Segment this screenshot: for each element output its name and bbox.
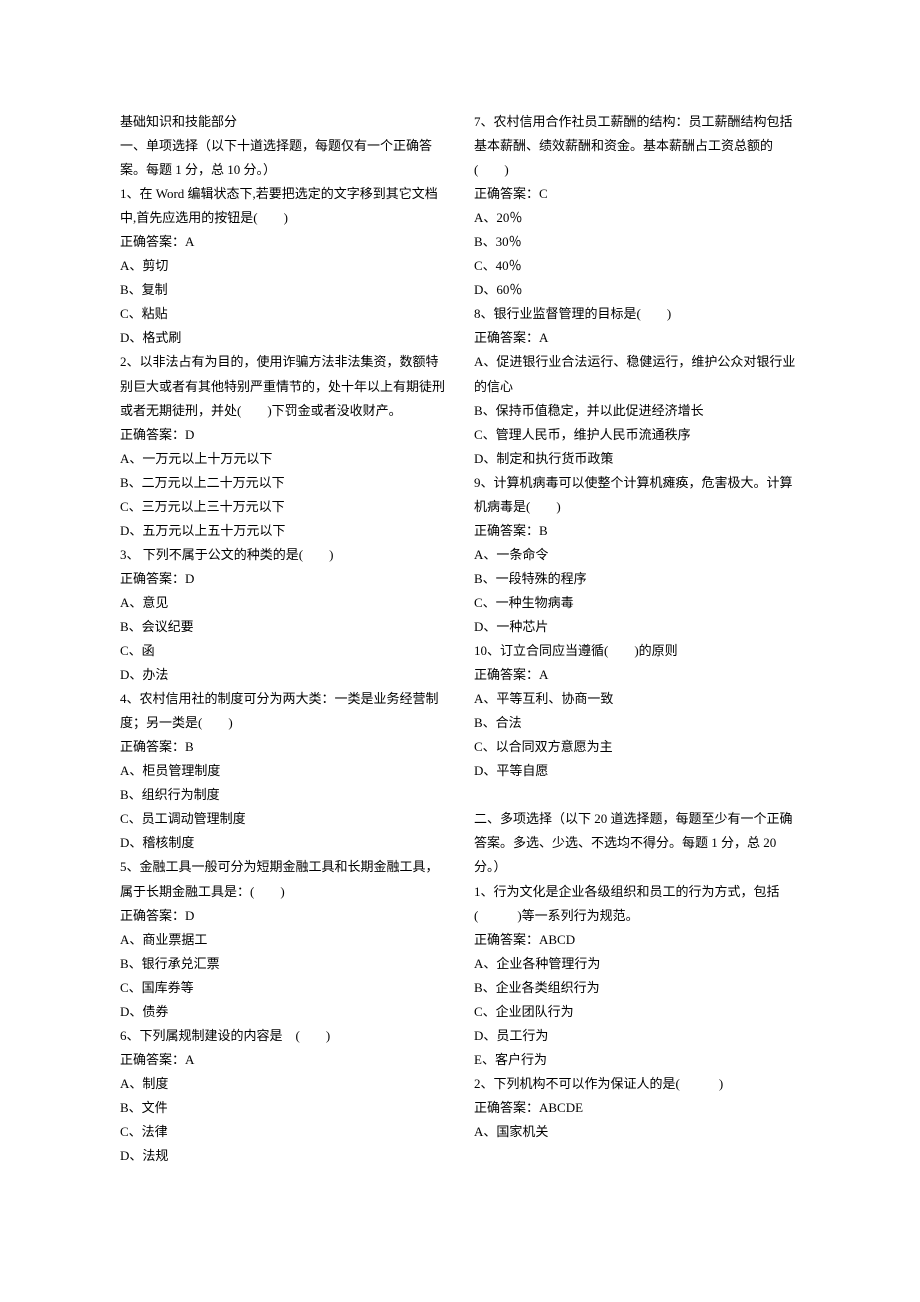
text-line: 2、下列机构不可以作为保证人的是( ) (474, 1072, 800, 1096)
text-line: D、债券 (120, 1000, 446, 1024)
text-line: B、一段特殊的程序 (474, 567, 800, 591)
text-line: 7、农村信用合作社员工薪酬的结构：员工薪酬结构包括基本薪酬、绩效薪酬和资金。基本… (474, 110, 800, 182)
text-line: D、办法 (120, 663, 446, 687)
text-line: D、员工行为 (474, 1024, 800, 1048)
text-line: D、制定和执行货币政策 (474, 447, 800, 471)
text-line: C、员工调动管理制度 (120, 807, 446, 831)
text-line: A、意见 (120, 591, 446, 615)
text-line: B、合法 (474, 711, 800, 735)
text-line: 正确答案：ABCD (474, 928, 800, 952)
text-line: D、平等自愿 (474, 759, 800, 783)
text-line: 8、银行业监督管理的目标是( ) (474, 302, 800, 326)
text-line: B、企业各类组织行为 (474, 976, 800, 1000)
text-line: 正确答案：A (474, 663, 800, 687)
text-line: 5、金融工具一般可分为短期金融工具和长期金融工具，属于长期金融工具是：( ) (120, 855, 446, 903)
text-line: D、一种芯片 (474, 615, 800, 639)
text-line: B、会议纪要 (120, 615, 446, 639)
text-line: A、柜员管理制度 (120, 759, 446, 783)
text-line: 2、以非法占有为目的，使用诈骗方法非法集资，数额特别巨大或者有其他特别严重情节的… (120, 350, 446, 422)
text-line: 3、 下列不属于公文的种类的是( ) (120, 543, 446, 567)
text-line: A、企业各种管理行为 (474, 952, 800, 976)
text-line: 正确答案：B (120, 735, 446, 759)
text-line: C、国库券等 (120, 976, 446, 1000)
text-line: D、法规 (120, 1144, 446, 1168)
text-line: 1、在 Word 编辑状态下,若要把选定的文字移到其它文档中,首先应选用的按钮是… (120, 182, 446, 230)
text-line: A、一条命令 (474, 543, 800, 567)
text-line: D、稽核制度 (120, 831, 446, 855)
text-line: 正确答案：D (120, 904, 446, 928)
text-line: C、函 (120, 639, 446, 663)
document-columns: 基础知识和技能部分一、单项选择（以下十道选择题，每题仅有一个正确答案。每题 1 … (120, 110, 800, 1220)
text-line: C、以合同双方意愿为主 (474, 735, 800, 759)
text-line: C、粘贴 (120, 302, 446, 326)
text-line: 正确答案：D (120, 423, 446, 447)
text-line: D、格式刷 (120, 326, 446, 350)
text-line: 基础知识和技能部分 (120, 110, 446, 134)
text-line: B、保持币值稳定，并以此促进经济增长 (474, 399, 800, 423)
text-line: D、五万元以上五十万元以下 (120, 519, 446, 543)
text-line: 9、计算机病毒可以使整个计算机瘫痪，危害极大。计算机病毒是( ) (474, 471, 800, 519)
text-line: 二、多项选择（以下 20 道选择题，每题至少有一个正确答案。多选、少选、不选均不… (474, 807, 800, 879)
text-line: 正确答案：A (120, 1048, 446, 1072)
text-line: B、组织行为制度 (120, 783, 446, 807)
text-line: 正确答案：A (120, 230, 446, 254)
text-line: 10、订立合同应当遵循( )的原则 (474, 639, 800, 663)
text-line: 正确答案：D (120, 567, 446, 591)
text-line: A、平等互利、协商一致 (474, 687, 800, 711)
text-line: A、20％ (474, 206, 800, 230)
text-line: 6、下列属规制建设的内容是 ( ) (120, 1024, 446, 1048)
text-line: 正确答案：B (474, 519, 800, 543)
text-line: 4、农村信用社的制度可分为两大类：一类是业务经营制度；另一类是( ) (120, 687, 446, 735)
text-line: B、复制 (120, 278, 446, 302)
text-line: 正确答案：C (474, 182, 800, 206)
text-line: C、三万元以上三十万元以下 (120, 495, 446, 519)
text-line: C、管理人民币，维护人民币流通秩序 (474, 423, 800, 447)
text-line: 1、行为文化是企业各级组织和员工的行为方式，包括( )等一系列行为规范。 (474, 880, 800, 928)
text-line: A、一万元以上十万元以下 (120, 447, 446, 471)
text-line: C、一种生物病毒 (474, 591, 800, 615)
text-line: 正确答案：ABCDE (474, 1096, 800, 1120)
text-line: A、制度 (120, 1072, 446, 1096)
text-line: C、法律 (120, 1120, 446, 1144)
text-line: E、客户行为 (474, 1048, 800, 1072)
text-line: B、30％ (474, 230, 800, 254)
text-line: B、银行承兑汇票 (120, 952, 446, 976)
text-line: C、40％ (474, 254, 800, 278)
text-line: B、二万元以上二十万元以下 (120, 471, 446, 495)
blank-line (474, 783, 800, 807)
text-line: 正确答案：A (474, 326, 800, 350)
text-line: A、促进银行业合法运行、稳健运行，维护公众对银行业的信心 (474, 350, 800, 398)
text-line: 一、单项选择（以下十道选择题，每题仅有一个正确答案。每题 1 分，总 10 分。… (120, 134, 446, 182)
text-line: A、剪切 (120, 254, 446, 278)
text-line: D、60％ (474, 278, 800, 302)
text-line: B、文件 (120, 1096, 446, 1120)
text-line: A、商业票据工 (120, 928, 446, 952)
text-line: A、国家机关 (474, 1120, 800, 1144)
text-line: C、企业团队行为 (474, 1000, 800, 1024)
